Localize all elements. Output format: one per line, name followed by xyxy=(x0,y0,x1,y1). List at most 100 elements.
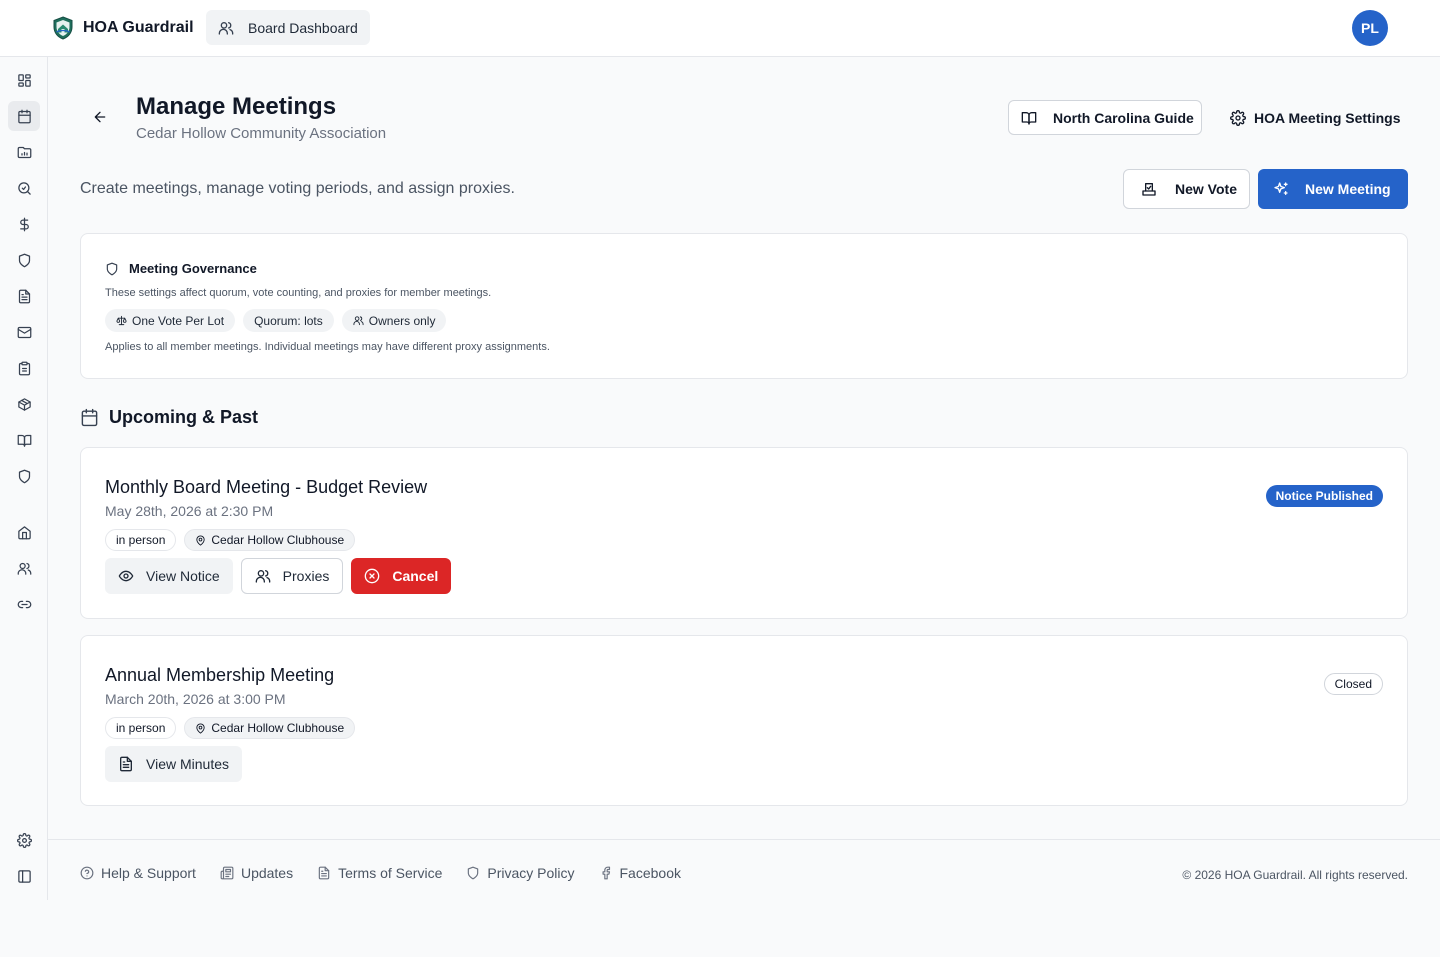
sidebar-item-meetings[interactable] xyxy=(8,101,40,131)
footer-link-updates[interactable]: Updates xyxy=(220,865,293,881)
copyright: © 2026 HOA Guardrail. All rights reserve… xyxy=(1182,868,1408,882)
cancel-meeting-button[interactable]: Cancel xyxy=(351,558,452,594)
brand[interactable]: HOA Guardrail xyxy=(52,14,194,42)
footer-link-help[interactable]: Help & Support xyxy=(80,865,196,881)
sidebar-item-tasks[interactable] xyxy=(8,353,40,383)
meeting-date: March 20th, 2026 at 3:00 PM xyxy=(105,691,286,707)
link-icon xyxy=(17,597,32,612)
dollar-icon xyxy=(17,217,32,232)
map-pin-icon xyxy=(195,722,206,734)
users-icon xyxy=(218,20,234,36)
sidebar-item-settings[interactable] xyxy=(8,825,40,855)
scale-icon xyxy=(116,315,127,326)
gear-icon xyxy=(1230,109,1246,126)
chip-quorum: Quorum: lots xyxy=(243,309,334,332)
sidebar-item-messages[interactable] xyxy=(8,317,40,347)
page-title: Manage Meetings xyxy=(136,93,337,120)
package-icon xyxy=(17,397,32,412)
document-icon xyxy=(317,866,331,880)
users-icon xyxy=(353,315,364,326)
book-icon xyxy=(17,433,32,448)
sidebar-item-finance[interactable] xyxy=(8,209,40,239)
meeting-governance-card: Meeting Governance These settings affect… xyxy=(80,233,1408,379)
ballot-box-icon xyxy=(1141,181,1157,197)
new-vote-button[interactable]: New Vote xyxy=(1123,169,1250,209)
sidebar-item-compliance[interactable] xyxy=(8,245,40,275)
help-circle-icon xyxy=(80,866,94,880)
sidebar-item-members[interactable] xyxy=(8,553,40,583)
meeting-title: Annual Membership Meeting xyxy=(105,665,335,685)
sidebar xyxy=(0,57,48,900)
sparkles-icon xyxy=(1273,181,1289,197)
board-dashboard-label: Board Dashboard xyxy=(248,19,358,36)
shield-icon xyxy=(466,866,480,880)
sidebar-item-reports[interactable] xyxy=(8,137,40,167)
status-badge: Notice Published xyxy=(1265,485,1383,507)
dashboard-icon xyxy=(17,73,32,88)
sidebar-item-security[interactable] xyxy=(8,461,40,491)
governance-note: Applies to all member meetings. Individu… xyxy=(105,341,550,353)
user-avatar[interactable]: PL xyxy=(1352,10,1388,46)
meeting-title: Monthly Board Meeting - Budget Review xyxy=(105,477,428,497)
sidebar-item-dashboard[interactable] xyxy=(8,65,40,95)
board-dashboard-button[interactable]: Board Dashboard xyxy=(206,10,370,45)
sidebar-item-search[interactable] xyxy=(8,173,40,203)
mail-icon xyxy=(17,325,32,340)
arrow-left-icon xyxy=(92,109,108,125)
folder-chart-icon xyxy=(17,145,32,160)
facebook-icon xyxy=(599,866,613,880)
meeting-card: Annual Membership Meeting March 20th, 20… xyxy=(80,635,1408,806)
sidebar-item-assets[interactable] xyxy=(8,389,40,419)
new-meeting-button[interactable]: New Meeting xyxy=(1258,169,1408,209)
sidebar-item-documents[interactable] xyxy=(8,281,40,311)
shield-icon xyxy=(17,469,32,484)
top-bar: HOA Guardrail Board Dashboard PL xyxy=(0,0,1440,57)
sidebar-item-guides[interactable] xyxy=(8,425,40,455)
new-meeting-label: New Meeting xyxy=(1305,181,1391,197)
shield-icon xyxy=(105,262,119,276)
page-intro: Create meetings, manage voting periods, … xyxy=(80,180,515,197)
shield-icon xyxy=(17,253,32,268)
meetings-section-heading: Upcoming & Past xyxy=(80,407,258,428)
meeting-location-tag: Cedar Hollow Clubhouse xyxy=(184,529,356,551)
proxies-button[interactable]: Proxies xyxy=(240,558,344,594)
hoa-shield-logo-icon xyxy=(52,16,74,40)
sidebar-toggle[interactable] xyxy=(8,861,40,891)
users-icon xyxy=(17,561,32,576)
status-badge: Closed xyxy=(1323,673,1383,695)
brand-name: HOA Guardrail xyxy=(83,19,194,36)
settings-label: HOA Meeting Settings xyxy=(1254,109,1401,126)
panel-toggle-icon xyxy=(17,869,32,884)
meeting-card: Monthly Board Meeting - Budget Review Ma… xyxy=(80,447,1408,619)
view-notice-button[interactable]: View Notice xyxy=(105,558,233,594)
map-pin-icon xyxy=(195,534,206,546)
chip-vote-rule: One Vote Per Lot xyxy=(105,309,236,332)
governance-title: Meeting Governance xyxy=(129,261,257,276)
view-minutes-button[interactable]: View Minutes xyxy=(105,746,243,782)
governance-description: These settings affect quorum, vote count… xyxy=(105,287,492,299)
guide-label: North Carolina Guide xyxy=(1053,109,1194,126)
meeting-format-tag: in person xyxy=(105,529,177,551)
meeting-date: May 28th, 2026 at 2:30 PM xyxy=(105,503,274,519)
search-icon xyxy=(17,181,32,196)
sidebar-item-properties[interactable] xyxy=(8,517,40,547)
hoa-meeting-settings-button[interactable]: HOA Meeting Settings xyxy=(1218,100,1408,135)
home-icon xyxy=(17,525,32,540)
calendar-icon xyxy=(17,109,32,124)
sidebar-item-links[interactable] xyxy=(8,589,40,619)
north-carolina-guide-button[interactable]: North Carolina Guide xyxy=(1008,100,1202,135)
footer-link-terms[interactable]: Terms of Service xyxy=(317,865,442,881)
footer: Help & Support Updates Terms of Service … xyxy=(48,839,1440,900)
footer-link-privacy[interactable]: Privacy Policy xyxy=(466,865,575,881)
newspaper-icon xyxy=(220,866,234,880)
eye-icon xyxy=(118,568,134,584)
gear-icon xyxy=(16,832,32,848)
back-button[interactable] xyxy=(88,105,112,129)
new-vote-label: New Vote xyxy=(1175,181,1237,197)
governance-chips: One Vote Per Lot Quorum: lots Owners onl… xyxy=(105,309,447,332)
footer-link-facebook[interactable]: Facebook xyxy=(599,865,681,881)
calendar-icon xyxy=(80,408,99,427)
clipboard-icon xyxy=(17,361,32,376)
document-icon xyxy=(118,756,134,772)
page-background xyxy=(0,900,1440,957)
